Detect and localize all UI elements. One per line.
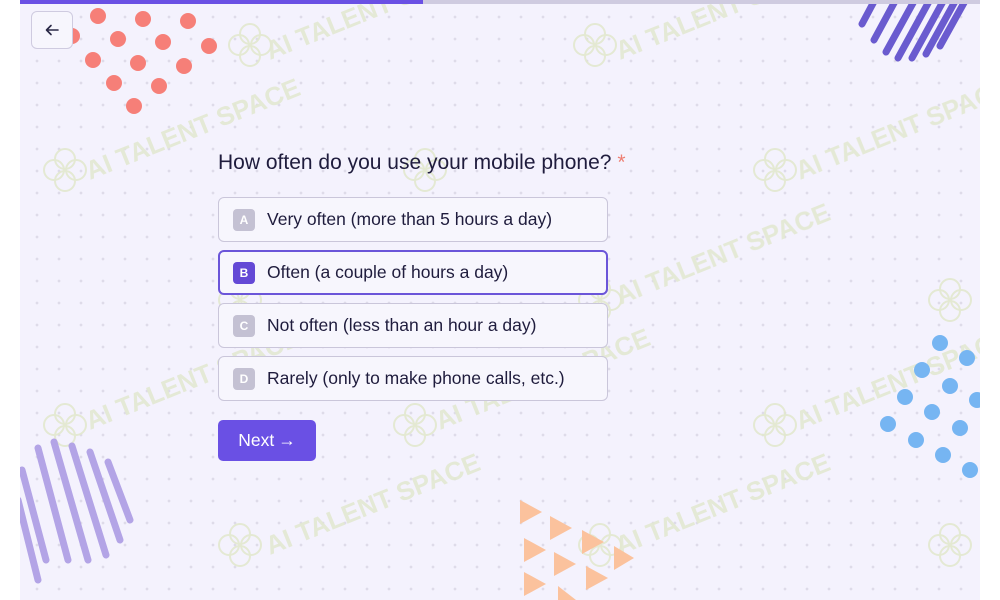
blue-dots-decoration <box>880 335 980 478</box>
svg-text:AI TALENT SPACE: AI TALENT SPACE <box>261 0 484 66</box>
answer-option-d[interactable]: D Rarely (only to make phone calls, etc.… <box>218 356 608 401</box>
progress-bar <box>20 0 980 4</box>
arrow-left-icon <box>45 24 59 36</box>
answer-option-c[interactable]: C Not often (less than an hour a day) <box>218 303 608 348</box>
progress-bar-fill <box>20 0 424 4</box>
coral-dots-decoration <box>64 8 217 114</box>
next-button[interactable]: Next → <box>218 420 316 461</box>
arrow-right-icon: → <box>278 430 296 450</box>
survey-page: AI TALENT SPACE AI TALENT SPACE AI TALEN… <box>20 0 980 600</box>
required-asterisk: * <box>617 151 626 174</box>
option-label: Very often (more than 5 hours a day) <box>267 209 553 229</box>
purple-stripes-decoration <box>858 0 970 62</box>
svg-text:AI TALENT SPACE: AI TALENT SPACE <box>611 447 834 560</box>
answer-options: A Very often (more than 5 hours a day) B… <box>218 197 608 409</box>
lavender-stripes-decoration <box>20 438 134 584</box>
svg-text:AI TALENT SPACE: AI TALENT SPACE <box>791 322 980 435</box>
option-label: Not often (less than an hour a day) <box>267 315 537 335</box>
next-button-label: Next <box>238 430 275 450</box>
answer-option-b[interactable]: B Often (a couple of hours a day) <box>218 250 608 295</box>
svg-text:AI TALENT SPACE: AI TALENT SPACE <box>791 72 980 185</box>
option-key-badge: B <box>233 261 255 284</box>
svg-text:AI TALENT SPACE: AI TALENT SPACE <box>611 197 834 310</box>
option-key-badge: D <box>233 367 255 390</box>
option-label: Rarely (only to make phone calls, etc.) <box>267 368 565 388</box>
answer-option-a[interactable]: A Very often (more than 5 hours a day) <box>218 197 608 242</box>
question-text: How often do you use your mobile phone? <box>218 151 612 174</box>
svg-text:AI TALENT SPACE: AI TALENT SPACE <box>261 447 484 560</box>
back-button[interactable] <box>31 11 73 49</box>
peach-triangles-decoration <box>520 500 634 600</box>
option-key-badge: A <box>233 208 255 231</box>
option-label: Often (a couple of hours a day) <box>267 262 509 282</box>
svg-text:AI TALENT SPACE: AI TALENT SPACE <box>611 0 834 66</box>
question-title: How often do you use your mobile phone? * <box>218 151 626 175</box>
option-key-badge: C <box>233 314 255 337</box>
